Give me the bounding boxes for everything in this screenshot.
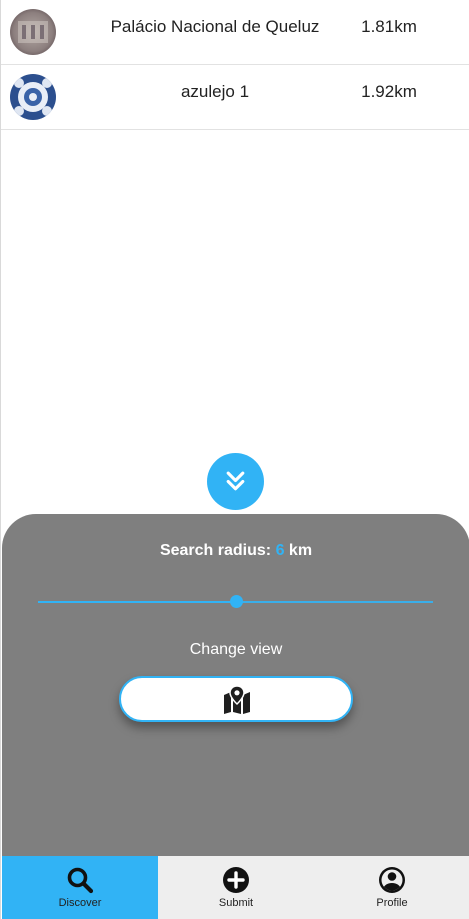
results-list: Palácio Nacional de Queluz 1.81km azulej… xyxy=(1,0,469,130)
place-name: azulejo 1 xyxy=(180,82,250,101)
bottom-navigation: Discover Submit Profile xyxy=(2,856,469,919)
radius-slider-handle[interactable] xyxy=(229,595,243,608)
search-radius-label: Search radius: 6 km xyxy=(2,542,469,560)
map-marker-icon xyxy=(224,686,250,714)
nav-discover[interactable]: Discover xyxy=(2,856,158,919)
nav-submit[interactable]: Submit xyxy=(158,856,314,919)
list-item[interactable]: Palácio Nacional de Queluz 1.81km xyxy=(1,0,469,65)
user-circle-icon xyxy=(379,867,405,893)
search-radius-unit: km xyxy=(288,542,313,559)
nav-discover-label: Discover xyxy=(58,897,102,909)
double-chevron-down-icon xyxy=(226,471,245,491)
search-options-sheet: Search radius: 6 km Change view xyxy=(2,514,469,856)
place-distance: 1.81km xyxy=(361,17,417,36)
search-radius-prefix: Search radius: xyxy=(159,542,272,559)
search-icon xyxy=(67,867,94,894)
palace-photo-thumbnail xyxy=(10,9,56,55)
azulejo-tile-thumbnail xyxy=(10,74,56,120)
collapse-sheet-button[interactable] xyxy=(207,453,264,510)
change-view-button[interactable] xyxy=(119,676,353,722)
place-name: Palácio Nacional de Queluz xyxy=(110,17,320,36)
place-distance: 1.92km xyxy=(361,82,417,101)
plus-circle-icon xyxy=(223,867,249,893)
radius-slider[interactable] xyxy=(38,595,433,608)
nav-profile[interactable]: Profile xyxy=(314,856,469,919)
nav-profile-label: Profile xyxy=(376,897,408,909)
discover-screen: Palácio Nacional de Queluz 1.81km azulej… xyxy=(0,0,469,919)
search-radius-value: 6 xyxy=(275,542,285,559)
radius-slider-fill xyxy=(38,601,236,603)
nav-submit-label: Submit xyxy=(218,897,254,909)
change-view-label: Change view xyxy=(189,641,283,658)
list-item[interactable]: azulejo 1 1.92km xyxy=(1,65,469,130)
